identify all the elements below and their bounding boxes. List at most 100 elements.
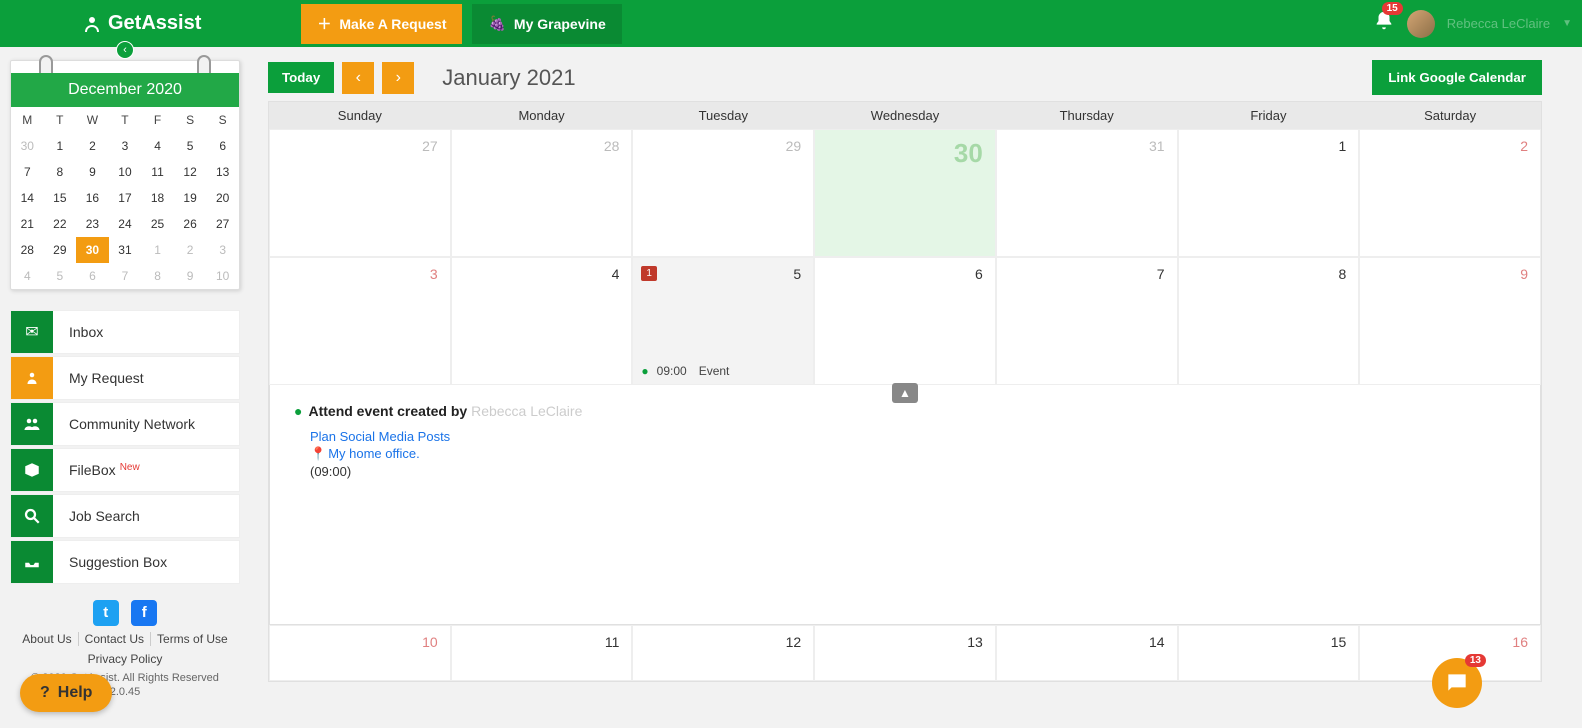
mini-day[interactable]: 7 [109, 263, 142, 289]
mini-calendar-title: December 2020 [11, 73, 239, 107]
calendar-cell[interactable]: 13 [814, 625, 996, 681]
contact-link[interactable]: Contact Us [79, 632, 151, 646]
calendar-cell[interactable]: 30 [814, 129, 996, 257]
sidebar-item-community[interactable]: Community Network [10, 402, 240, 446]
mini-day[interactable]: 6 [76, 263, 109, 289]
mini-dow: T [109, 107, 142, 133]
calendar-cell[interactable]: 51●09:00Event [632, 257, 814, 385]
mini-day[interactable]: 2 [76, 133, 109, 159]
calendar-cell[interactable]: 10 [269, 625, 451, 681]
sidebar-item-job-search[interactable]: Job Search [10, 494, 240, 538]
mini-day[interactable]: 6 [206, 133, 239, 159]
top-header: GetAssist ＋ Make A Request 🍇 My Grapevin… [0, 0, 1582, 47]
mini-day[interactable]: 28 [11, 237, 44, 263]
calendar-cell[interactable]: 7 [996, 257, 1178, 385]
notifications-button[interactable]: 15 [1373, 10, 1395, 37]
about-link[interactable]: About Us [16, 632, 78, 646]
privacy-link[interactable]: Privacy Policy [82, 652, 169, 666]
avatar[interactable] [1407, 10, 1435, 38]
mini-day[interactable]: 2 [174, 237, 207, 263]
sidebar-item-inbox[interactable]: ✉ Inbox [10, 310, 240, 354]
mini-day[interactable]: 26 [174, 211, 207, 237]
mini-day[interactable]: 10 [206, 263, 239, 289]
mini-day[interactable]: 3 [109, 133, 142, 159]
my-grapevine-button[interactable]: 🍇 My Grapevine [472, 4, 621, 44]
prev-month-button[interactable]: ‹ [342, 62, 374, 94]
collapse-detail-button[interactable]: ▲ [892, 383, 918, 403]
mini-day[interactable]: 19 [174, 185, 207, 211]
mini-day[interactable]: 4 [141, 133, 174, 159]
box-icon [11, 449, 53, 491]
mini-day[interactable]: 31 [109, 237, 142, 263]
mini-day[interactable]: 16 [76, 185, 109, 211]
calendar-cell[interactable]: 4 [451, 257, 633, 385]
mini-day[interactable]: 9 [174, 263, 207, 289]
calendar-cell[interactable]: 1 [1178, 129, 1360, 257]
mini-day[interactable]: 3 [206, 237, 239, 263]
logo[interactable]: GetAssist [80, 12, 201, 36]
mini-day[interactable]: 21 [11, 211, 44, 237]
mini-day[interactable]: 17 [109, 185, 142, 211]
calendar-cell[interactable]: 15 [1178, 625, 1360, 681]
mini-day[interactable]: 5 [44, 263, 77, 289]
sidebar-item-filebox[interactable]: FileBoxNew [10, 448, 240, 492]
notification-badge: 15 [1382, 2, 1403, 15]
help-button[interactable]: ? Help [20, 674, 112, 712]
calendar-cell[interactable]: 12 [632, 625, 814, 681]
next-month-button[interactable]: › [382, 62, 414, 94]
calendar-cell[interactable]: 28 [451, 129, 633, 257]
mini-day[interactable]: 27 [206, 211, 239, 237]
mini-day[interactable]: 23 [76, 211, 109, 237]
sidebar-item-my-request[interactable]: My Request [10, 356, 240, 400]
mini-day[interactable]: 29 [44, 237, 77, 263]
chat-button[interactable]: 13 [1432, 658, 1482, 708]
calendar-cell[interactable]: 31 [996, 129, 1178, 257]
mini-day[interactable]: 24 [109, 211, 142, 237]
mini-day[interactable]: 8 [141, 263, 174, 289]
calendar-cell[interactable]: 11 [451, 625, 633, 681]
calendar-cell[interactable]: 27 [269, 129, 451, 257]
event-link[interactable]: Plan Social Media Posts [310, 429, 1516, 444]
logo-text: GetAssist [108, 12, 201, 35]
user-menu-caret-icon[interactable]: ▼ [1562, 18, 1572, 29]
mini-day[interactable]: 13 [206, 159, 239, 185]
event-entry[interactable]: ●09:00Event [641, 364, 729, 378]
link-google-calendar-button[interactable]: Link Google Calendar [1372, 60, 1542, 95]
make-request-button[interactable]: ＋ Make A Request [301, 4, 462, 44]
mini-day[interactable]: 18 [141, 185, 174, 211]
envelope-icon: ✉ [11, 311, 53, 353]
mini-day[interactable]: 1 [141, 237, 174, 263]
terms-link[interactable]: Terms of Use [151, 632, 234, 646]
mini-day[interactable]: 5 [174, 133, 207, 159]
event-location[interactable]: 📍My home office. [310, 446, 1516, 462]
pin-icon: 📍 [310, 446, 326, 461]
mini-day[interactable]: 30 [76, 237, 109, 263]
mini-day[interactable]: 1 [44, 133, 77, 159]
sidebar-collapse-toggle[interactable]: ‹ [116, 41, 134, 59]
mini-day[interactable]: 8 [44, 159, 77, 185]
twitter-icon[interactable]: t [93, 600, 119, 626]
mini-day[interactable]: 10 [109, 159, 142, 185]
calendar-cell[interactable]: 6 [814, 257, 996, 385]
calendar-cell[interactable]: 14 [996, 625, 1178, 681]
mini-day[interactable]: 9 [76, 159, 109, 185]
mini-day[interactable]: 20 [206, 185, 239, 211]
mini-day[interactable]: 14 [11, 185, 44, 211]
calendar-dow: Sunday [269, 102, 451, 129]
mini-day[interactable]: 15 [44, 185, 77, 211]
calendar-cell[interactable]: 8 [1178, 257, 1360, 385]
calendar-cell[interactable]: 9 [1359, 257, 1541, 385]
sidebar-item-suggestion[interactable]: Suggestion Box [10, 540, 240, 584]
mini-day[interactable]: 30 [11, 133, 44, 159]
mini-day[interactable]: 22 [44, 211, 77, 237]
calendar-cell[interactable]: 3 [269, 257, 451, 385]
mini-day[interactable]: 12 [174, 159, 207, 185]
today-button[interactable]: Today [268, 62, 334, 93]
calendar-cell[interactable]: 2 [1359, 129, 1541, 257]
calendar-cell[interactable]: 29 [632, 129, 814, 257]
mini-day[interactable]: 25 [141, 211, 174, 237]
facebook-icon[interactable]: f [131, 600, 157, 626]
mini-day[interactable]: 7 [11, 159, 44, 185]
mini-day[interactable]: 4 [11, 263, 44, 289]
mini-day[interactable]: 11 [141, 159, 174, 185]
